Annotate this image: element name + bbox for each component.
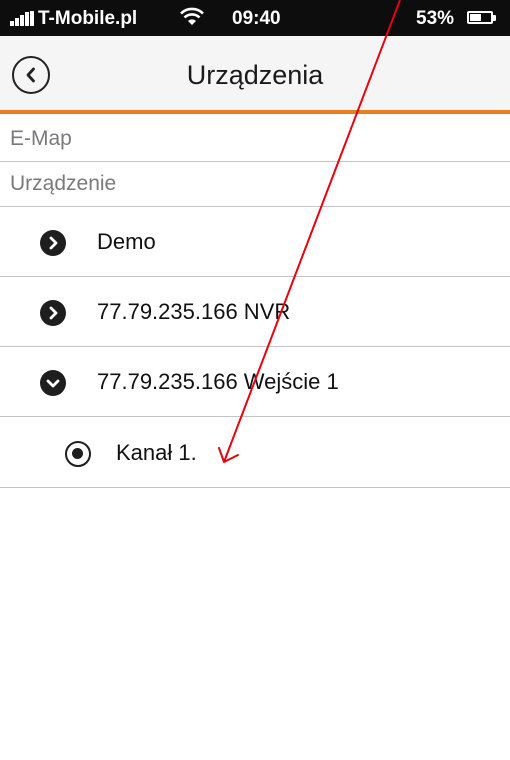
chevron-right-circle-icon [40,230,66,256]
chevron-right-circle-icon [40,300,66,326]
device-label: Demo [97,229,156,254]
device-label: 77.79.235.166 Wejście 1 [97,369,339,394]
chevron-down-circle-icon [40,370,66,396]
header-accent-bar [0,110,510,114]
section-devices-label: Urządzenie [10,172,117,195]
battery-icon [467,11,493,24]
section-emap-label: E-Map [10,127,72,150]
battery-fill [470,14,481,21]
channel-row[interactable]: Kanał 1. [0,418,510,488]
battery-percent: 53% [416,8,455,29]
navigation-header: Urządzenia [0,36,510,110]
page-title: Urządzenia [186,60,324,90]
device-row-input[interactable]: 77.79.235.166 Wejście 1 [0,347,510,417]
section-devices[interactable]: Urządzenie [0,162,510,207]
carrier-name: T-Mobile.pl [38,8,138,29]
device-row-demo[interactable]: Demo [0,207,510,277]
battery-nub [493,15,496,21]
device-label: 77.79.235.166 NVR [97,299,291,324]
wifi-icon [180,7,204,25]
device-row-nvr[interactable]: 77.79.235.166 NVR [0,277,510,347]
section-emap[interactable]: E-Map [0,117,510,162]
status-bar: T-Mobile.pl 09:40 53% [0,0,510,36]
radio-selected-icon [65,441,91,467]
radio-dot [72,448,83,459]
signal-bars-icon [10,11,36,26]
clock: 09:40 [232,8,281,29]
channel-label: Kanał 1. [116,440,197,465]
